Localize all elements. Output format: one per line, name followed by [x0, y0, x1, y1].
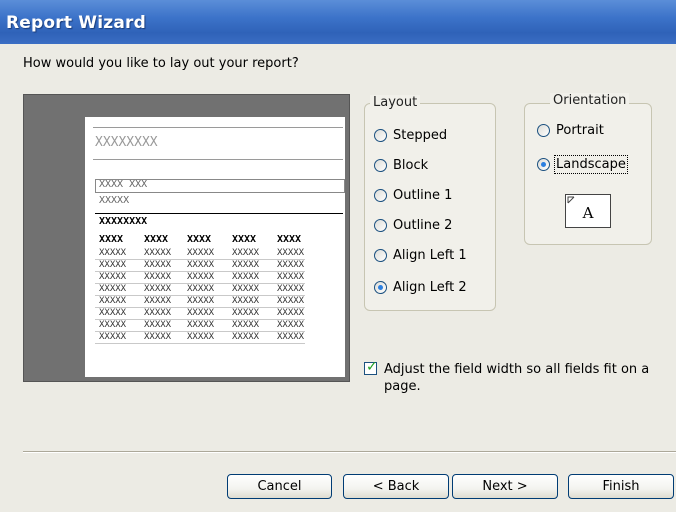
checkmark-icon: ✓ — [366, 359, 378, 375]
cancel-button[interactable]: Cancel — [227, 474, 332, 499]
radio-circle — [374, 189, 387, 202]
preview-cell: XXXXX — [277, 320, 305, 330]
preview-cell: XXXXX — [232, 332, 260, 342]
radio-circle — [537, 158, 550, 171]
preview-column-header: XXXX — [99, 234, 124, 245]
preview-cell: XXXXX — [144, 260, 172, 270]
preview-cell: XXXXX — [187, 260, 215, 270]
preview-cell: XXXXX — [144, 320, 172, 330]
preview-cell: XXXXX — [277, 332, 305, 342]
preview-page: XXXXXXXX XXXX XXX XXXXX XXXXXXXX XXXX XXX… — [85, 117, 345, 377]
layout-option-label: Block — [393, 158, 429, 173]
back-button[interactable]: < Back — [343, 474, 449, 499]
preview-cell: XXXXX — [99, 308, 127, 318]
portrait-label: Portrait — [556, 123, 604, 138]
preview-rule — [95, 213, 343, 214]
preview-cell: XXXXX — [232, 260, 260, 270]
preview-column-header: XXXX — [232, 234, 257, 245]
window-title: Report Wizard — [6, 13, 146, 33]
preview-cell: XXXXX — [277, 260, 305, 270]
layout-legend: Layout — [370, 95, 421, 110]
landscape-orientation-icon: A — [565, 194, 611, 228]
preview-cell: XXXXX — [187, 296, 215, 306]
radio-layout-outline-1[interactable]: Outline 1 — [374, 188, 452, 203]
radio-layout-stepped[interactable]: Stepped — [374, 128, 447, 143]
finish-button[interactable]: Finish — [568, 474, 674, 499]
radio-layout-block[interactable]: Block — [374, 158, 428, 173]
preview-cell: XXXXX — [277, 308, 305, 318]
svg-text:A: A — [582, 204, 594, 222]
adjust-width-checkbox[interactable]: ✓ — [364, 359, 378, 375]
preview-cell: XXXXX — [232, 272, 260, 282]
preview-row-line — [95, 343, 305, 344]
radio-circle — [537, 124, 550, 137]
radio-layout-align-left-2[interactable]: Align Left 2 — [374, 280, 467, 295]
radio-circle — [374, 159, 387, 172]
preview-cell: XXXXX — [277, 272, 305, 282]
preview-cell: XXXXX — [187, 320, 215, 330]
preview-cell: XXXXX — [187, 308, 215, 318]
preview-cell: XXXXX — [277, 248, 305, 258]
layout-option-label: Align Left 1 — [393, 248, 467, 263]
radio-circle — [374, 281, 387, 294]
preview-cell: XXXXX — [187, 248, 215, 258]
radio-circle — [374, 249, 387, 262]
preview-cell: XXXXX — [232, 284, 260, 294]
preview-cell: XXXXX — [144, 332, 172, 342]
preview-cell: XXXXX — [187, 272, 215, 282]
title-bar: Report Wizard — [0, 0, 676, 44]
radio-landscape[interactable]: Landscape — [537, 155, 628, 174]
radio-layout-outline-2[interactable]: Outline 2 — [374, 218, 452, 233]
preview-column-header: XXXX — [187, 234, 212, 245]
radio-layout-align-left-1[interactable]: Align Left 1 — [374, 248, 467, 263]
preview-column-header: XXXX — [277, 234, 302, 245]
preview-rule — [93, 159, 343, 160]
radio-circle — [374, 219, 387, 232]
adjust-width-label: Adjust the field width so all fields fit… — [384, 362, 650, 394]
radio-circle — [374, 129, 387, 142]
preview-cell: XXXXX — [99, 320, 127, 330]
preview-cell: XXXXX — [232, 248, 260, 258]
preview-header: XXXXXXXX — [95, 135, 158, 150]
layout-option-label: Stepped — [393, 128, 448, 143]
separator — [23, 451, 676, 453]
layout-option-label: Align Left 2 — [393, 280, 467, 295]
next-button[interactable]: Next > — [452, 474, 558, 499]
preview-cell: XXXXX — [99, 296, 127, 306]
preview-cell: XXXXX — [144, 272, 172, 282]
landscape-label: Landscape — [554, 155, 628, 174]
layout-option-label: Outline 1 — [393, 188, 453, 203]
preview-cell: XXXXX — [144, 308, 172, 318]
preview-column-header: XXXX — [144, 234, 169, 245]
preview-cell: XXXXX — [144, 284, 172, 294]
preview-cell: XXXXX — [99, 260, 127, 270]
preview-rule — [93, 127, 343, 128]
preview-cell: XXXXX — [277, 296, 305, 306]
preview-cell: XXXXX — [232, 308, 260, 318]
preview-group-1: XXXX XXX — [99, 179, 148, 190]
preview-cell: XXXXX — [277, 284, 305, 294]
preview-cell: XXXXX — [187, 284, 215, 294]
instruction-text: How would you like to lay out your repor… — [23, 56, 299, 71]
preview-cell: XXXXX — [232, 296, 260, 306]
preview-section: XXXXXXXX — [99, 216, 148, 227]
layout-option-label: Outline 2 — [393, 218, 453, 233]
preview-cell: XXXXX — [144, 296, 172, 306]
preview-cell: XXXXX — [99, 272, 127, 282]
radio-portrait[interactable]: Portrait — [537, 123, 604, 138]
preview-cell: XXXXX — [99, 284, 127, 294]
preview-cell: XXXXX — [187, 332, 215, 342]
preview-cell: XXXXX — [144, 248, 172, 258]
orientation-legend: Orientation — [550, 93, 630, 108]
preview-cell: XXXXX — [99, 332, 127, 342]
preview-cell: XXXXX — [232, 320, 260, 330]
preview-cell: XXXXX — [99, 248, 127, 258]
preview-group-2: XXXXX — [99, 195, 130, 206]
